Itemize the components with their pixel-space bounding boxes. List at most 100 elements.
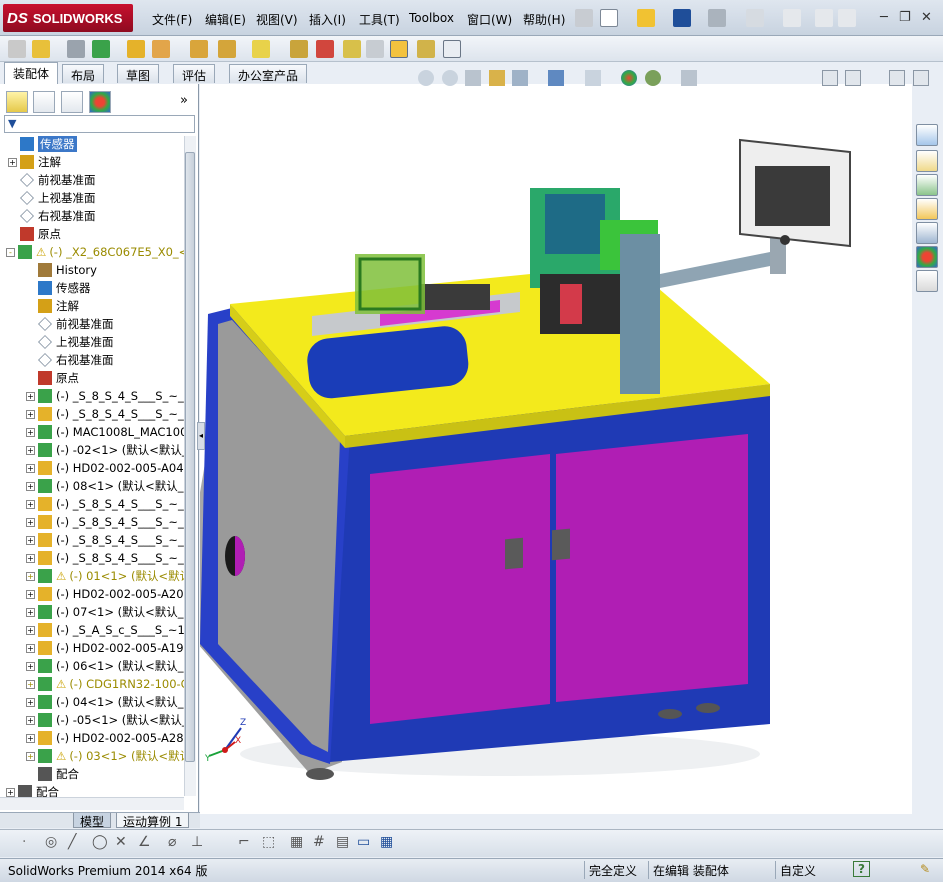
tree-row[interactable]: + (-) _S_8_S_4_S___S_~_	[0, 405, 184, 423]
tree-row[interactable]: 上视基准面	[0, 333, 184, 351]
search-folder-icon[interactable]	[916, 198, 938, 220]
tree-row[interactable]: + (-) 06<1> (默认<默认_	[0, 657, 184, 675]
exploded-view-icon[interactable]	[343, 40, 361, 58]
rebuild-icon[interactable]	[815, 9, 833, 27]
expand-icon[interactable]: +	[8, 157, 17, 167]
viewport-close-icon[interactable]	[913, 70, 929, 86]
new-document-icon[interactable]	[600, 9, 618, 27]
tree-row[interactable]: + (-) HD02-002-005-A04<1	[0, 459, 184, 477]
menu-file[interactable]: 文件(F)	[152, 11, 192, 28]
zoom-to-area-icon[interactable]	[442, 70, 458, 86]
previous-view-icon[interactable]	[465, 70, 481, 86]
tree-row[interactable]: - ⚠ (-) _X2_68C067E5_X0_<	[0, 243, 184, 261]
speedpak-icon[interactable]	[417, 40, 435, 58]
tree-scroll-thumb[interactable]	[185, 152, 195, 762]
tab-evaluate[interactable]: 评估	[173, 64, 216, 83]
tree-row[interactable]: + (-) _S_8_S_4_S___S_~_	[0, 549, 184, 567]
status-help-icon[interactable]: ?	[853, 861, 870, 877]
expand-icon[interactable]: +	[26, 517, 35, 527]
tree-row[interactable]: + (-) 04<1> (默认<默认_	[0, 693, 184, 711]
tree-row[interactable]: + ⚠ (-) CDG1RN32-100-C	[0, 675, 184, 693]
collapse-icon[interactable]: -	[6, 247, 15, 257]
print-icon[interactable]	[708, 9, 726, 27]
design-library-icon[interactable]	[916, 150, 938, 172]
configuration-manager-tab-icon[interactable]	[61, 91, 83, 113]
open-folder-icon[interactable]	[637, 9, 655, 27]
tree-row[interactable]: + ⚠ (-) 01<1> (默认<默认	[0, 567, 184, 585]
expand-icon[interactable]: +	[26, 697, 35, 707]
point-icon[interactable]: ·	[22, 834, 40, 852]
expand-icon[interactable]: +	[26, 679, 35, 689]
tree-row[interactable]: 前视基准面	[0, 315, 184, 333]
corner-icon[interactable]: ⌐	[238, 834, 256, 852]
tab-assembly[interactable]: 装配体	[4, 62, 59, 84]
expand-icon[interactable]: +	[26, 481, 35, 491]
edit-appearance-icon[interactable]	[621, 70, 637, 86]
rectangle-icon[interactable]: ⬚	[262, 834, 280, 852]
expand-icon[interactable]: +	[26, 427, 35, 437]
smart-fasteners-icon[interactable]	[127, 40, 145, 58]
bill-of-materials-icon[interactable]	[316, 40, 334, 58]
tree-row[interactable]: + (-) _S_A_S_c_S___S_~1	[0, 621, 184, 639]
centerline-icon[interactable]: ◎	[45, 834, 63, 852]
expand-icon[interactable]: +	[26, 751, 35, 761]
tab-sketch[interactable]: 草图	[117, 64, 160, 83]
grid-icon[interactable]: #	[313, 834, 331, 852]
layer-icon[interactable]: ▤	[336, 834, 354, 852]
tree-row[interactable]: + (-) _S_8_S_4_S___S_~_	[0, 387, 184, 405]
graphics-area[interactable]	[198, 84, 912, 814]
expand-icon[interactable]: +	[26, 715, 35, 725]
expand-icon[interactable]: +	[26, 499, 35, 509]
tree-row[interactable]: + (-) -02<1> (默认<默认_	[0, 441, 184, 459]
tree-horizontal-scrollbar[interactable]	[0, 797, 184, 810]
show-hidden-icon[interactable]	[190, 40, 208, 58]
view-palette-icon[interactable]	[916, 222, 938, 244]
move-component-icon[interactable]	[152, 40, 170, 58]
new-motion-study-icon[interactable]	[290, 40, 308, 58]
tree-row[interactable]: + (-) HD02-002-005-A20<1	[0, 585, 184, 603]
window-icon[interactable]: ▭	[357, 834, 375, 852]
mate-icon[interactable]	[67, 40, 85, 58]
viewport-tile-icon[interactable]	[845, 70, 861, 86]
linear-pattern-icon[interactable]	[92, 40, 110, 58]
display-manager-tab-icon[interactable]	[89, 91, 111, 113]
help-question-icon[interactable]	[838, 9, 856, 27]
menu-help[interactable]: 帮助(H)	[523, 11, 565, 28]
pin-icon[interactable]	[575, 9, 593, 27]
tree-filter-input[interactable]: ▼	[4, 115, 195, 133]
expand-icon[interactable]: +	[26, 643, 35, 653]
hide-show-items-icon[interactable]	[585, 70, 601, 86]
viewport-restore-icon[interactable]	[889, 70, 905, 86]
expand-icon[interactable]: +	[26, 625, 35, 635]
tree-row[interactable]: 注解	[0, 297, 184, 315]
assembly-features-icon[interactable]	[218, 40, 236, 58]
menu-toolbox[interactable]: Toolbox	[409, 11, 454, 25]
snapshot-icon[interactable]	[443, 40, 461, 58]
tree-row[interactable]: 原点	[0, 369, 184, 387]
custom-properties-icon[interactable]	[916, 270, 938, 292]
expand-icon[interactable]: +	[26, 463, 35, 473]
tree-row[interactable]: + (-) -05<1> (默认<默认_	[0, 711, 184, 729]
relation-icon[interactable]: ⊥	[191, 834, 209, 852]
view-orientation-icon[interactable]	[512, 70, 528, 86]
tree-row[interactable]: + (-) MAC1008L_MAC1008	[0, 423, 184, 441]
tree-row[interactable]: + 注解	[0, 153, 184, 171]
status-tag-icon[interactable]: ✎	[916, 861, 934, 879]
insert-components-icon[interactable]	[8, 40, 26, 58]
feature-manager-tab-icon[interactable]	[6, 91, 28, 113]
close-icon[interactable]: ✕	[921, 10, 932, 25]
viewport-minimize-icon[interactable]	[822, 70, 838, 86]
menu-edit[interactable]: 编辑(E)	[205, 11, 246, 28]
expand-icon[interactable]: +	[26, 661, 35, 671]
expand-icon[interactable]: +	[26, 571, 35, 581]
tree-row[interactable]: + (-) _S_8_S_4_S___S_~_	[0, 513, 184, 531]
expand-icon[interactable]: +	[26, 445, 35, 455]
new-part-icon[interactable]	[32, 40, 50, 58]
zoom-to-fit-icon[interactable]	[418, 70, 434, 86]
circle-icon[interactable]: ◯	[92, 834, 110, 852]
table-icon[interactable]: ▦	[380, 834, 398, 852]
menu-window[interactable]: 窗口(W)	[467, 11, 512, 28]
tree-row[interactable]: + ⚠ (-) 03<1> (默认<默认	[0, 747, 184, 765]
tree-row[interactable]: 前视基准面	[0, 171, 184, 189]
minimize-icon[interactable]: ─	[880, 10, 888, 25]
